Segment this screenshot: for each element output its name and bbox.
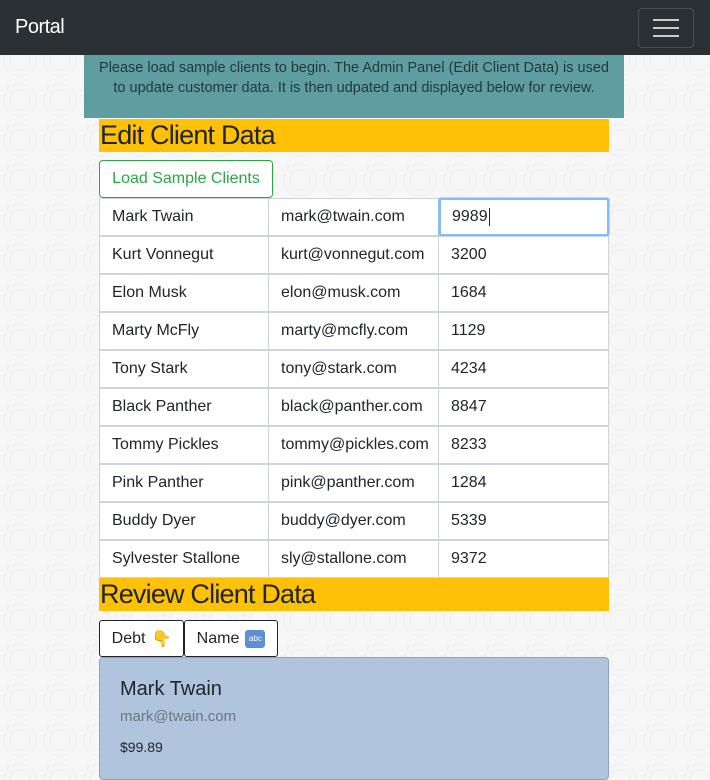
client-email-field[interactable]: elon@musk.com — [269, 274, 439, 312]
client-row: Marty McFly marty@mcfly.com 1129 — [99, 312, 609, 350]
instructions-banner: Please load sample clients to begin. The… — [84, 55, 624, 118]
card-client-name: Mark Twain — [120, 678, 222, 700]
client-amount-value: 9989 — [452, 208, 488, 225]
pointing-down-icon: 👇 — [151, 630, 172, 648]
client-name-field[interactable]: Kurt Vonnegut — [99, 236, 269, 274]
navbar: Portal — [0, 0, 710, 55]
client-row: Kurt Vonnegut kurt@vonnegut.com 3200 — [99, 236, 609, 274]
client-name-field[interactable]: Buddy Dyer — [99, 502, 269, 540]
client-row: Sylvester Stallone sly@stallone.com 9372 — [99, 540, 609, 578]
sort-by-debt-button[interactable]: Debt 👇 — [99, 620, 184, 657]
client-name-field[interactable]: Tommy Pickles — [99, 426, 269, 464]
review-client-data-heading: Review Client Data — [99, 578, 609, 611]
edit-client-data-heading: Edit Client Data — [99, 119, 609, 152]
client-amount-field[interactable]: 9989 — [439, 198, 609, 236]
client-name-field[interactable]: Sylvester Stallone — [99, 540, 269, 578]
client-amount-field[interactable]: 5339 — [439, 502, 609, 540]
client-row: Tony Stark tony@stark.com 4234 — [99, 350, 609, 388]
client-amount-field[interactable]: 4234 — [439, 350, 609, 388]
client-email-field[interactable]: marty@mcfly.com — [269, 312, 439, 350]
client-amount-field[interactable]: 1129 — [439, 312, 609, 350]
client-name-field[interactable]: Marty McFly — [99, 312, 269, 350]
client-name-field[interactable]: Pink Panther — [99, 464, 269, 502]
client-email-field[interactable]: kurt@vonnegut.com — [269, 236, 439, 274]
client-email-field[interactable]: mark@twain.com — [269, 198, 439, 236]
load-sample-clients-button[interactable]: Load Sample Clients — [99, 160, 273, 198]
client-review-card: Mark Twain mark@twain.com $99.89 — [99, 657, 609, 780]
client-amount-field[interactable]: 8847 — [439, 388, 609, 426]
client-amount-field[interactable]: 9372 — [439, 540, 609, 578]
client-amount-field[interactable]: 8233 — [439, 426, 609, 464]
client-amount-field[interactable]: 1684 — [439, 274, 609, 312]
card-client-email: mark@twain.com — [120, 708, 237, 725]
sort-by-name-button[interactable]: Name abc — [184, 620, 278, 657]
client-email-field[interactable]: buddy@dyer.com — [269, 502, 439, 540]
client-email-field[interactable]: pink@panther.com — [269, 464, 439, 502]
client-email-field[interactable]: tony@stark.com — [269, 350, 439, 388]
client-row: Elon Musk elon@musk.com 1684 — [99, 274, 609, 312]
brand-link[interactable]: Portal — [15, 16, 65, 39]
hamburger-menu-button[interactable] — [638, 7, 694, 48]
card-client-debt: $99.89 — [120, 739, 163, 755]
abc-icon: abc — [245, 629, 266, 648]
client-row: Pink Panther pink@panther.com 1284 — [99, 464, 609, 502]
client-row: Tommy Pickles tommy@pickles.com 8233 — [99, 426, 609, 464]
client-row: Black Panther black@panther.com 8847 — [99, 388, 609, 426]
client-row: Buddy Dyer buddy@dyer.com 5339 — [99, 502, 609, 540]
client-edit-table: Mark Twain mark@twain.com 9989 Kurt Vonn… — [99, 198, 609, 578]
client-name-field[interactable]: Black Panther — [99, 388, 269, 426]
client-row: Mark Twain mark@twain.com 9989 — [99, 198, 609, 236]
sort-debt-label: Debt — [111, 629, 146, 647]
client-name-field[interactable]: Elon Musk — [99, 274, 269, 312]
client-name-field[interactable]: Mark Twain — [99, 198, 269, 236]
client-amount-field[interactable]: 1284 — [439, 464, 609, 502]
client-email-field[interactable]: black@panther.com — [269, 388, 439, 426]
client-email-field[interactable]: tommy@pickles.com — [269, 426, 439, 464]
client-amount-field[interactable]: 3200 — [439, 236, 609, 274]
client-name-field[interactable]: Tony Stark — [99, 350, 269, 388]
hamburger-icon — [653, 18, 679, 21]
client-email-field[interactable]: sly@stallone.com — [269, 540, 439, 578]
sort-name-label: Name — [196, 629, 240, 647]
text-cursor — [488, 207, 490, 226]
